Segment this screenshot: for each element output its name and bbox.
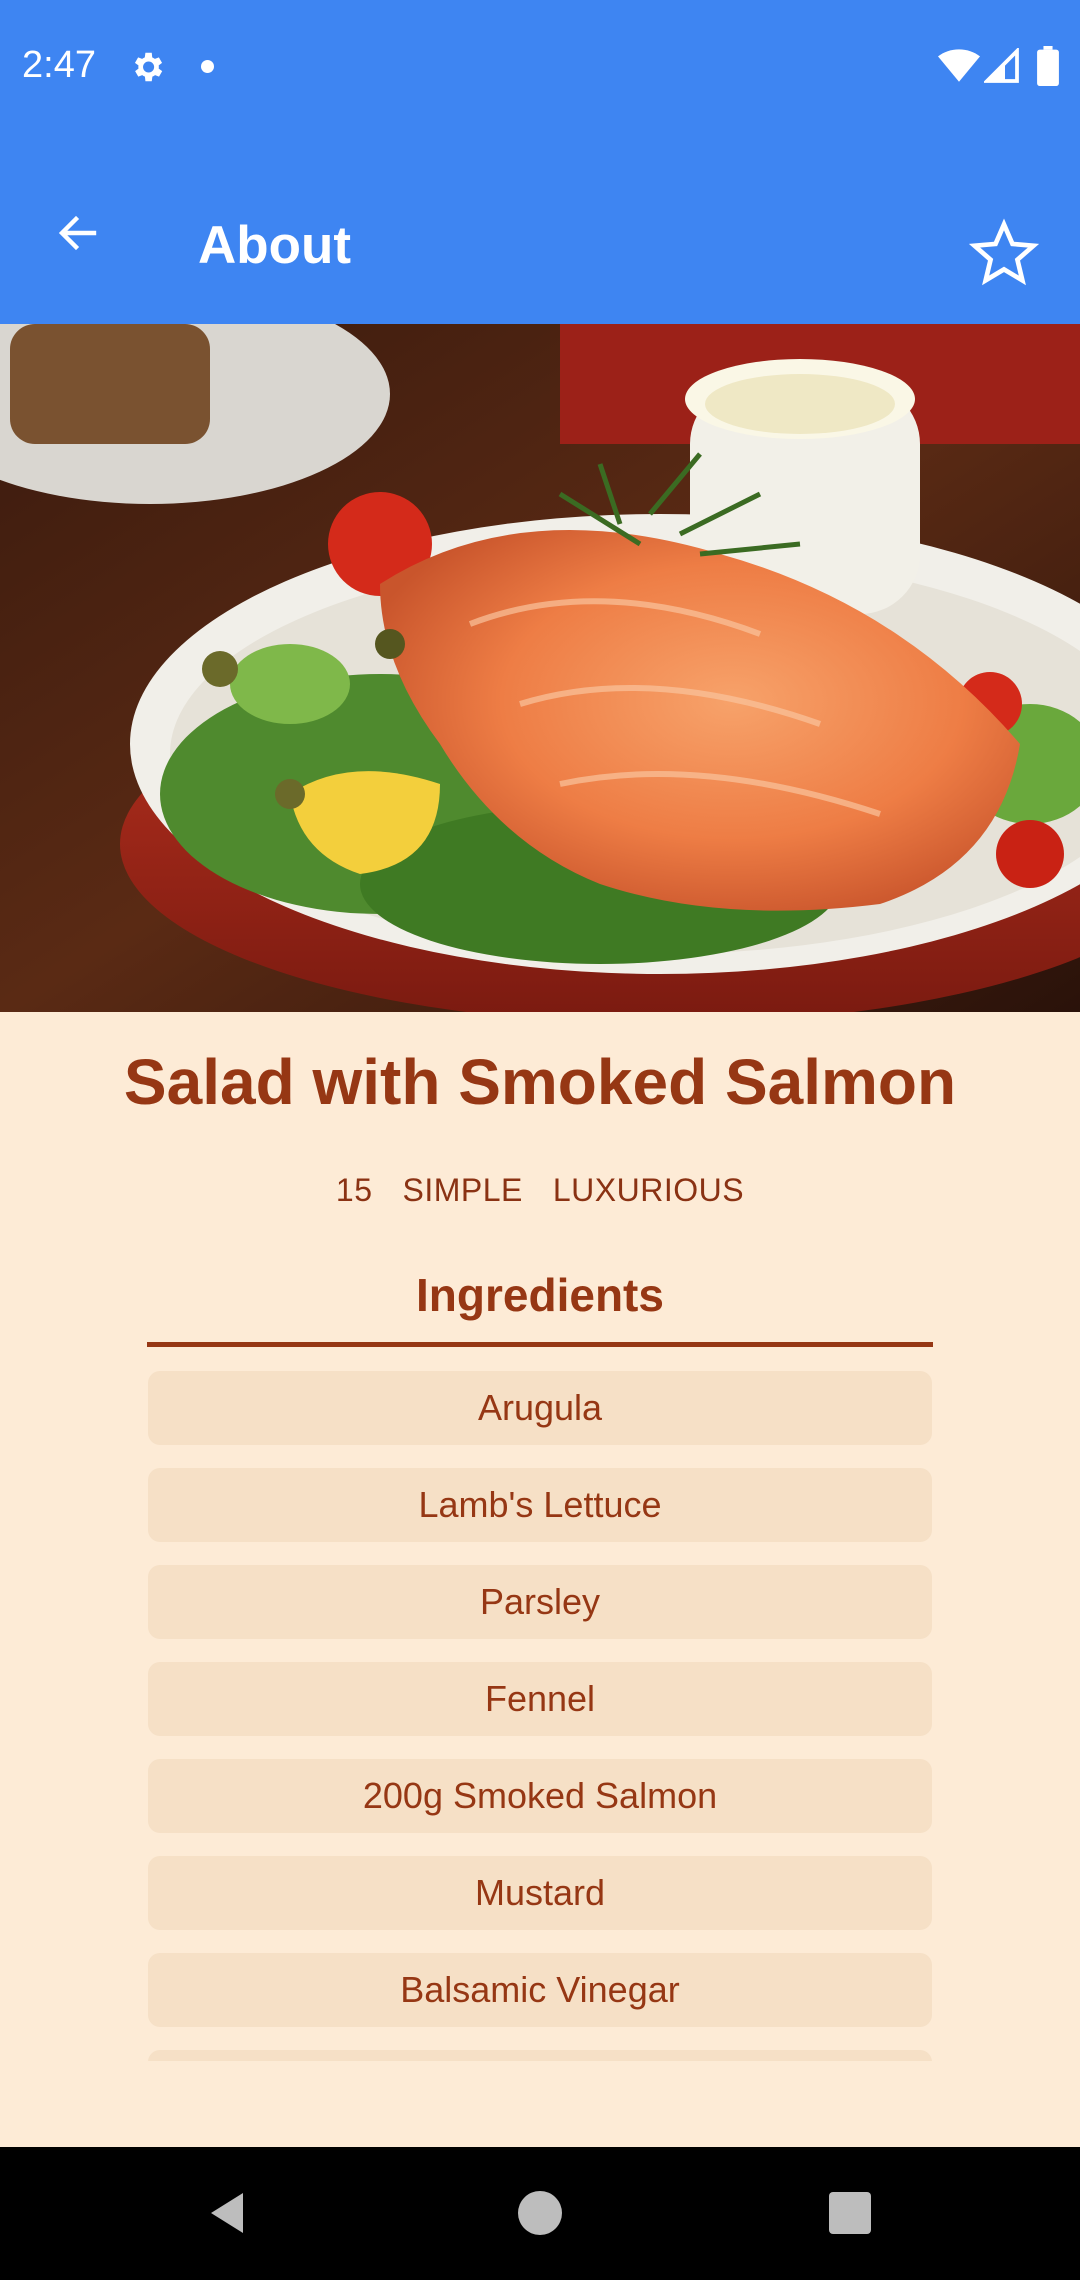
gear-icon	[134, 52, 163, 82]
system-nav-bar	[0, 2147, 1080, 2280]
favorite-button[interactable]	[958, 207, 1050, 299]
recipe-meta: 15 SIMPLE LUXURIOUS	[0, 1172, 1080, 1209]
recipe-complexity: SIMPLE	[402, 1172, 523, 1208]
battery-icon	[1037, 46, 1059, 86]
ingredients-divider	[147, 1342, 933, 1347]
status-bar: 2:47	[0, 0, 1080, 135]
wifi-icon	[938, 49, 980, 82]
ingredient-item: Balsamic Vinegar	[148, 1953, 932, 2027]
ingredient-item: 200g Smoked Salmon	[148, 1759, 932, 1833]
recipe-affordability: LUXURIOUS	[552, 1172, 745, 1208]
nav-home-icon[interactable]	[518, 2191, 562, 2235]
nav-back-icon[interactable]	[203, 2189, 251, 2237]
ingredient-item: Lamb's Lettuce	[148, 1468, 932, 1542]
ingredient-item: Parsley	[148, 1565, 932, 1639]
ingredient-list[interactable]: Arugula Lamb's Lettuce Parsley Fennel 20…	[148, 1371, 932, 2061]
ingredient-item: Arugula	[148, 1371, 932, 1445]
app-bar: About	[0, 135, 1080, 324]
ingredients-heading: Ingredients	[416, 1269, 664, 1321]
ingredient-item	[148, 2050, 932, 2061]
recipe-photo	[0, 324, 1080, 1012]
status-time: 2:47	[22, 44, 96, 86]
ingredient-item: Mustard	[148, 1856, 932, 1930]
star-outline-icon	[969, 218, 1039, 286]
back-button[interactable]	[40, 195, 116, 271]
recipe-title: Salad with Smoked Salmon	[123, 1046, 957, 1118]
ingredient-item: Fennel	[148, 1662, 932, 1736]
notification-dot-icon	[201, 60, 214, 73]
nav-recents-icon[interactable]	[829, 2192, 871, 2234]
screen: 2:47 About Salad with Smoked Salmon 15 S…	[0, 0, 1080, 2280]
arrow-back-icon	[58, 215, 97, 251]
app-bar-title: About	[198, 216, 352, 275]
signal-icon	[984, 48, 1019, 83]
recipe-duration: 15	[335, 1172, 373, 1208]
